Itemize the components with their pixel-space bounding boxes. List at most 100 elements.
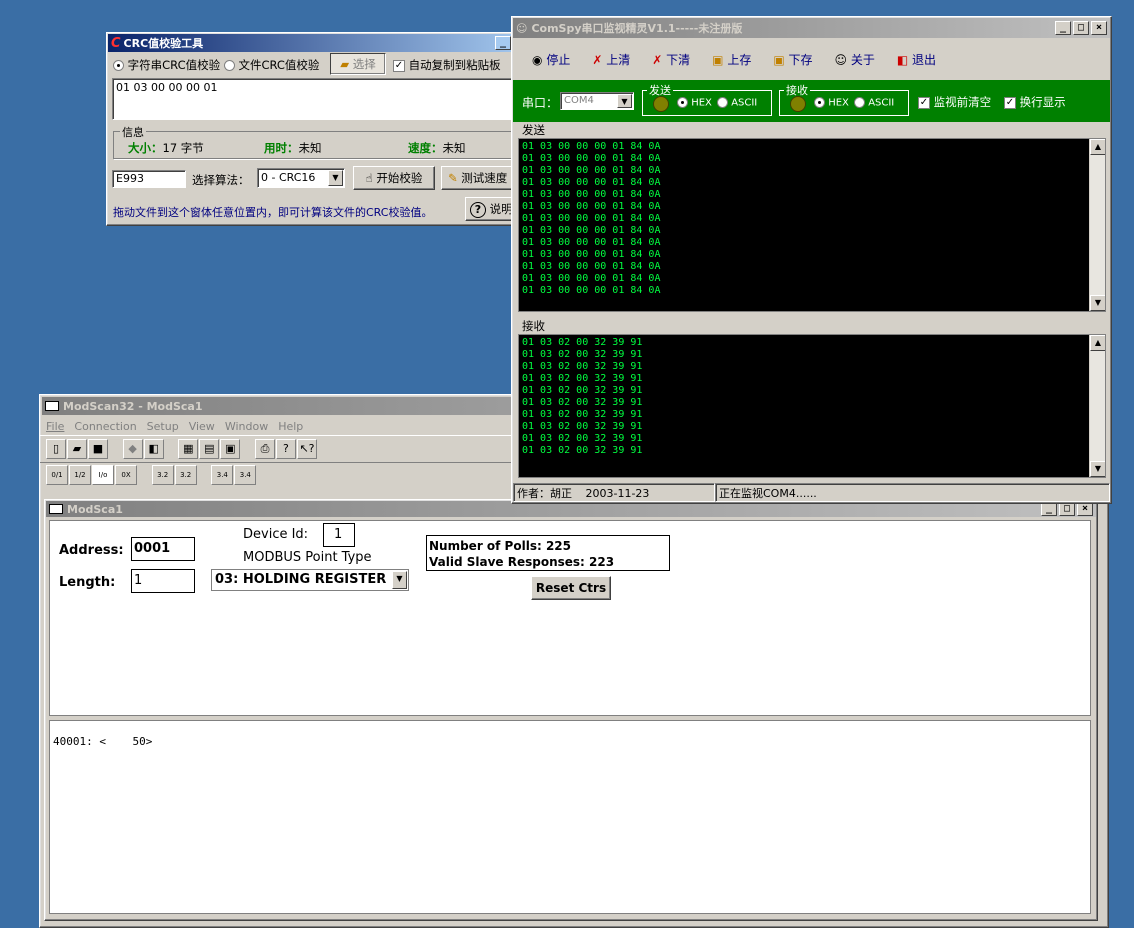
send-terminal[interactable]: 01 03 00 00 00 01 84 0A 01 03 00 00 00 01… [518, 138, 1106, 312]
chevron-down-icon[interactable]: ▼ [617, 94, 632, 108]
scroll-down-icon[interactable]: ▼ [1090, 295, 1105, 311]
double-swap-icon[interactable]: 3.4 [234, 465, 257, 485]
algorithm-select[interactable]: 0 - CRC16 ▼ [257, 168, 345, 188]
chevron-down-icon[interactable]: ▼ [392, 571, 407, 589]
clear-before-option[interactable]: ✓ 监视前清空 [918, 94, 991, 110]
close-icon[interactable]: × [1077, 502, 1093, 516]
test-speed-button[interactable]: ✎ 测试速度 [441, 166, 517, 190]
scroll-up-icon[interactable]: ▲ [1090, 335, 1105, 351]
print-icon[interactable]: ⎙ [254, 439, 275, 459]
crc-input-text[interactable]: 01 03 00 00 00 01 [112, 78, 512, 120]
file-crc-radio[interactable] [223, 60, 235, 71]
minimize-icon[interactable]: _ [1041, 502, 1057, 516]
send-mode-group: 发送 HEX ASCII [642, 82, 772, 116]
wrap-display-option[interactable]: ✓ 换行显示 [1004, 94, 1066, 110]
send-hex-option[interactable]: HEX [677, 97, 712, 109]
open-folder-icon[interactable]: ▰ [67, 439, 87, 459]
clear-lower-button[interactable]: ✗ 下清 [652, 51, 690, 68]
recv-data-line: 01 03 02 00 32 39 91 [522, 433, 643, 444]
comspy-app-icon: ☺ [516, 21, 528, 35]
send-lines: 01 03 00 00 00 01 84 0A 01 03 00 00 00 01… [522, 141, 1102, 297]
device-id-field[interactable]: 1 [323, 523, 355, 547]
point-type-select[interactable]: 03: HOLDING REGISTER ▼ [211, 569, 409, 591]
recv-data-line: 01 03 02 00 32 39 91 [522, 349, 643, 360]
menu-setup[interactable]: Setup [147, 420, 179, 433]
menu-help[interactable]: Help [278, 420, 303, 433]
crc-result-field[interactable]: E993 [112, 170, 186, 188]
speed-label: 速度： [408, 141, 443, 155]
float-format-icon[interactable]: 3.2 [151, 465, 174, 485]
recv-lines: 01 03 02 00 32 39 91 01 03 02 00 32 39 91… [522, 337, 1102, 457]
comspy-titlebar[interactable]: ☺ ComSpy串口监视精灵V1.1-----未注册版 _ □ × [513, 18, 1110, 38]
register-value-line: 40001: < 50> [53, 735, 153, 748]
reset-ctrs-button[interactable]: Reset Ctrs [531, 576, 611, 600]
hex-format-icon[interactable]: 0X [115, 465, 137, 485]
send-data-line: 01 03 00 00 00 01 84 0A [522, 165, 661, 176]
recv-scrollbar[interactable]: ▲ ▼ [1089, 335, 1105, 477]
address-field[interactable]: 0001 [131, 537, 195, 561]
menu-file[interactable]: File [46, 420, 64, 433]
clear-upper-button[interactable]: ✗ 上清 [592, 51, 630, 68]
select-file-button[interactable]: ▰ 选择 [330, 53, 386, 75]
stats-box: Number of Polls: 225 Valid Slave Respons… [426, 535, 670, 571]
display-icon[interactable]: ▦ [178, 439, 199, 459]
send-data-line: 01 03 00 00 00 01 84 0A [522, 153, 661, 164]
recv-led-icon [790, 96, 806, 112]
io-format-icon[interactable]: I/o [92, 465, 114, 485]
chart-icon[interactable]: ▤ [199, 439, 220, 459]
start-check-button[interactable]: ☝ 开始校验 [353, 166, 435, 190]
wrap-display-checkbox[interactable]: ✓ [1004, 96, 1016, 109]
send-data-line: 01 03 00 00 00 01 84 0A [522, 177, 661, 188]
recv-panel-label: 接收 [522, 319, 545, 333]
exit-button[interactable]: ◧ 退出 [897, 51, 936, 68]
recv-data-line: 01 03 02 00 32 39 91 [522, 385, 643, 396]
length-field[interactable]: 1 [131, 569, 195, 593]
stop-button[interactable]: ◉ 停止 [532, 51, 570, 68]
recv-terminal[interactable]: 01 03 02 00 32 39 91 01 03 02 00 32 39 91… [518, 334, 1106, 478]
new-file-icon[interactable]: ▯ [46, 439, 66, 459]
close-icon[interactable]: × [1091, 21, 1107, 35]
about-button[interactable]: ☺ 关于 [835, 51, 875, 68]
window-icon[interactable]: ▣ [220, 439, 241, 459]
string-crc-radio[interactable] [113, 60, 124, 71]
scroll-down-icon[interactable]: ▼ [1090, 461, 1105, 477]
save-upper-button[interactable]: ▣ 上存 [712, 51, 751, 68]
maximize-icon[interactable]: □ [1073, 21, 1089, 35]
float-swap-icon[interactable]: 3.2 [174, 465, 197, 485]
menu-connection[interactable]: Connection [74, 420, 136, 433]
auto-copy-checkbox[interactable]: ✓ [393, 59, 405, 72]
disconnect-icon[interactable]: ◧ [143, 439, 164, 459]
send-ascii-option[interactable]: ASCII [717, 97, 757, 109]
save-lower-button[interactable]: ▣ 下存 [773, 51, 812, 68]
save-icon[interactable]: ■ [88, 439, 108, 459]
config-panel: Device Id: 1 Address: 0001 MODBUS Point … [49, 520, 1091, 716]
double-format-icon[interactable]: 3.4 [211, 465, 234, 485]
scroll-up-icon[interactable]: ▲ [1090, 139, 1105, 155]
length-label: Length: [59, 575, 116, 590]
port-select[interactable]: COM4 ▼ [560, 92, 634, 110]
valid-responses-count: Valid Slave Responses: 223 [429, 555, 615, 569]
clear-before-checkbox[interactable]: ✓ [918, 96, 930, 109]
crc-titlebar[interactable]: C CRC值校验工具 _ [108, 34, 517, 52]
chevron-down-icon[interactable]: ▼ [328, 170, 343, 186]
send-hex-radio[interactable] [677, 97, 688, 108]
recv-hex-option[interactable]: HEX [814, 97, 849, 109]
clear-lower-icon: ✗ [652, 52, 663, 67]
auto-copy-label: 自动复制到粘贴板 [408, 58, 501, 72]
minimize-icon[interactable]: _ [1055, 21, 1071, 35]
maximize-icon[interactable]: □ [1059, 502, 1075, 516]
decimal-format-icon[interactable]: 1/2 [69, 465, 91, 485]
send-ascii-radio[interactable] [717, 97, 728, 108]
connect-icon[interactable]: ◆ [122, 439, 143, 459]
context-help-icon[interactable]: ↖? [296, 439, 317, 459]
coil-format-icon[interactable]: 0/1 [46, 465, 68, 485]
minimize-icon[interactable]: _ [495, 36, 511, 50]
time-value: 未知 [298, 141, 322, 155]
menu-window[interactable]: Window [225, 420, 268, 433]
menu-view[interactable]: View [189, 420, 215, 433]
recv-ascii-option[interactable]: ASCII [854, 97, 894, 109]
recv-ascii-radio[interactable] [854, 97, 865, 108]
recv-hex-radio[interactable] [814, 97, 825, 108]
send-scrollbar[interactable]: ▲ ▼ [1089, 139, 1105, 311]
help-icon[interactable]: ? [275, 439, 296, 459]
